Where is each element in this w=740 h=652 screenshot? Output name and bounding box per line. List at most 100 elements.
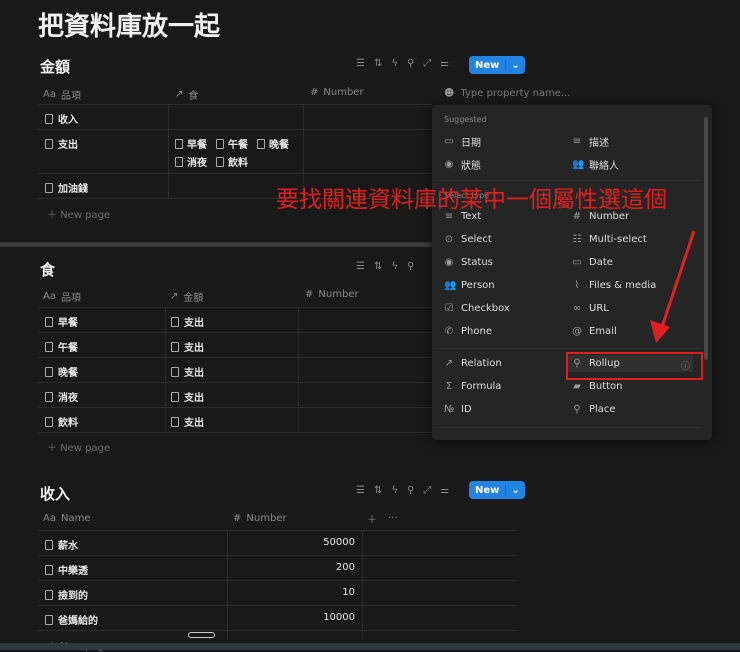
new-page-button[interactable]: ＋ New page bbox=[47, 206, 110, 221]
sort-icon[interactable]: ⇅ bbox=[374, 261, 382, 272]
settings-icon[interactable]: ⚌ bbox=[440, 58, 449, 69]
new-label: New bbox=[475, 59, 500, 71]
number-cell[interactable]: 10 bbox=[240, 587, 355, 598]
search-icon[interactable]: ⚲ bbox=[407, 485, 414, 496]
list-icon: ☷ bbox=[572, 234, 582, 245]
menu-item-phone[interactable]: ✆ Phone bbox=[444, 326, 492, 337]
table-row[interactable]: 飲料 bbox=[45, 414, 78, 429]
annotation-text: 要找關連資料庫的某中一個屬性選這個 bbox=[276, 187, 667, 213]
table-row[interactable]: 爸媽給的 bbox=[45, 612, 98, 627]
table-row[interactable]: 撿到的 bbox=[45, 587, 88, 602]
sort-icon[interactable]: ⇅ bbox=[374, 485, 382, 496]
page-icon bbox=[216, 138, 224, 149]
page-icon bbox=[171, 391, 179, 402]
phone-icon: ✆ bbox=[444, 326, 454, 337]
button-icon: ▰ bbox=[573, 381, 581, 392]
chevron-down-icon[interactable]: ⌄ bbox=[505, 484, 524, 496]
menu-item-checkbox[interactable]: ☑ Checkbox bbox=[444, 303, 510, 314]
title-icon: Aa bbox=[43, 291, 56, 302]
menu-item-relation[interactable]: ↗ Relation bbox=[444, 358, 502, 369]
sigma-icon: Σ bbox=[445, 381, 453, 392]
menu-item-place[interactable]: ⚲ Place bbox=[572, 404, 615, 415]
relation-icon: ↗ bbox=[170, 291, 179, 302]
menu-item-status[interactable]: ◉ Status bbox=[444, 257, 493, 268]
table-row[interactable]: 收入 bbox=[45, 111, 78, 126]
table-row[interactable]: 晚餐 bbox=[45, 364, 78, 379]
menu-item--[interactable]: 👥 聯絡人 bbox=[572, 157, 619, 172]
title-icon: Aa bbox=[43, 89, 56, 100]
chevron-down-icon[interactable]: ⌄ bbox=[505, 59, 524, 71]
table-row[interactable]: 薪水 bbox=[45, 537, 78, 552]
expand-icon[interactable]: ⤢ bbox=[423, 58, 431, 69]
relation-cell[interactable]: 支出 bbox=[171, 364, 204, 379]
search-icon[interactable]: ⚲ bbox=[407, 261, 414, 272]
menu-item--[interactable]: ◉ 狀態 bbox=[444, 157, 481, 172]
settings-icon[interactable]: ⚌ bbox=[440, 485, 449, 496]
relation-cell[interactable]: 支出 bbox=[171, 414, 204, 429]
numero-icon: № bbox=[444, 404, 455, 415]
relation-chip[interactable]: 午餐 bbox=[228, 136, 248, 151]
filter-icon[interactable]: ☰ bbox=[356, 58, 365, 69]
paperclip-icon: ⌇ bbox=[574, 280, 580, 291]
menu-item--[interactable]: ▭ 日期 bbox=[444, 134, 481, 149]
scroll-handle[interactable] bbox=[188, 632, 215, 638]
relation-chip[interactable]: 早餐 bbox=[187, 136, 207, 151]
menu-item-formula[interactable]: Σ Formula bbox=[444, 381, 502, 392]
menu-item-select[interactable]: ⊙ Select bbox=[444, 234, 492, 245]
menu-item-email[interactable]: @ Email bbox=[572, 326, 617, 337]
menu-item-id[interactable]: № ID bbox=[444, 404, 472, 415]
db-income-toolbar: ☰ ⇅ ϟ ⚲ ⤢ ⚌ bbox=[356, 485, 449, 496]
status-icon: ◉ bbox=[444, 257, 454, 268]
number-cell[interactable]: 50000 bbox=[240, 537, 355, 548]
more-icon[interactable]: ··· bbox=[388, 513, 398, 524]
emoji-icon[interactable]: ☻ bbox=[444, 88, 454, 99]
relation-chip[interactable]: 晚餐 bbox=[269, 136, 289, 151]
relation-cell[interactable]: 支出 bbox=[171, 339, 204, 354]
sort-icon[interactable]: ⇅ bbox=[374, 58, 382, 69]
property-name-input[interactable]: ☻ Type property name... bbox=[432, 83, 715, 104]
relation-chip[interactable]: 飲料 bbox=[228, 154, 248, 169]
filter-icon[interactable]: ☰ bbox=[356, 485, 365, 496]
table-row[interactable]: 中樂透 bbox=[45, 562, 88, 577]
relation-cell[interactable]: 消夜 飲料 bbox=[175, 154, 248, 169]
relation-cell[interactable]: 支出 bbox=[171, 314, 204, 329]
menu-item--[interactable]: ≡ 描述 bbox=[572, 134, 609, 149]
menu-item-person[interactable]: 👥 Person bbox=[444, 280, 495, 291]
number-cell[interactable]: 10000 bbox=[240, 612, 355, 623]
table-row[interactable]: 早餐 bbox=[45, 314, 78, 329]
table-row[interactable]: 支出 bbox=[45, 136, 78, 151]
page-icon bbox=[45, 614, 53, 625]
taskbar bbox=[0, 643, 740, 650]
page-icon bbox=[45, 182, 53, 193]
automation-icon[interactable]: ϟ bbox=[391, 261, 398, 272]
add-property-icon[interactable]: ＋ bbox=[367, 511, 377, 526]
new-button[interactable]: New ⌄ bbox=[469, 56, 525, 74]
search-icon[interactable]: ⚲ bbox=[407, 58, 414, 69]
page-icon bbox=[45, 341, 53, 352]
page-icon bbox=[45, 316, 53, 327]
hash-icon: # bbox=[310, 87, 319, 98]
expand-icon[interactable]: ⤢ bbox=[423, 485, 431, 496]
annotation-arrow bbox=[650, 230, 696, 343]
menu-item-url[interactable]: ∞ URL bbox=[572, 303, 609, 314]
person-icon: 👥 bbox=[444, 280, 457, 291]
page-icon bbox=[175, 138, 183, 149]
page-icon bbox=[171, 416, 179, 427]
menu-item-date[interactable]: ▭ Date bbox=[572, 257, 613, 268]
number-cell[interactable]: 200 bbox=[240, 562, 355, 573]
table-row[interactable]: 午餐 bbox=[45, 339, 78, 354]
table-row[interactable]: 消夜 bbox=[45, 389, 78, 404]
automation-icon[interactable]: ϟ bbox=[391, 58, 398, 69]
relation-chip[interactable]: 消夜 bbox=[187, 154, 207, 169]
page-icon bbox=[171, 341, 179, 352]
table-row[interactable]: 加油錢 bbox=[45, 180, 88, 195]
menu-item-button[interactable]: ▰ Button bbox=[572, 381, 622, 392]
menu-item-multi-select[interactable]: ☷ Multi-select bbox=[572, 234, 647, 245]
new-button[interactable]: New ⌄ bbox=[469, 481, 525, 499]
automation-icon[interactable]: ϟ bbox=[391, 485, 398, 496]
filter-icon[interactable]: ☰ bbox=[356, 261, 365, 272]
title-icon: Aa bbox=[43, 513, 56, 524]
new-page-button[interactable]: ＋ New page bbox=[47, 439, 110, 454]
relation-cell[interactable]: 早餐 午餐 晚餐 bbox=[175, 136, 289, 151]
relation-cell[interactable]: 支出 bbox=[171, 389, 204, 404]
